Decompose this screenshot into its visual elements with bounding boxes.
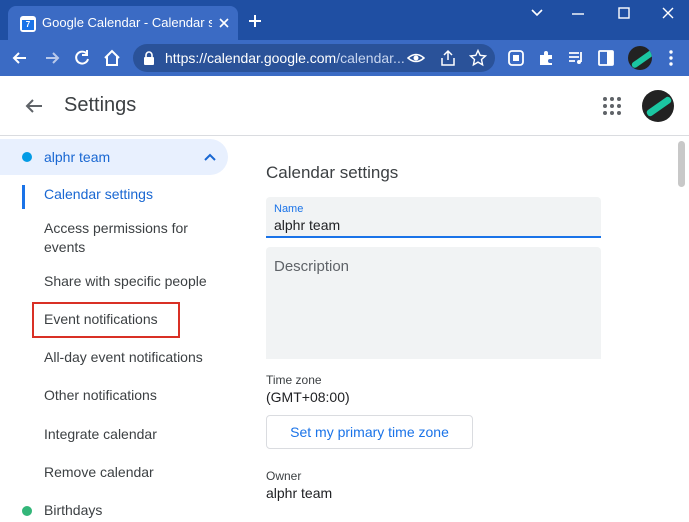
settings-main: Calendar settings Name alphr team Descri… <box>240 137 689 522</box>
star-icon[interactable] <box>469 49 487 67</box>
sidepanel-icon[interactable] <box>596 48 616 68</box>
url-path: /calendar... <box>336 50 405 66</box>
owner-label: Owner <box>266 469 302 483</box>
set-primary-timezone-button[interactable]: Set my primary time zone <box>266 415 473 449</box>
favicon-text: 7 <box>22 20 34 30</box>
active-indicator <box>22 185 25 209</box>
sidebar-item-access-permissions[interactable]: Access permissions for events <box>44 219 219 257</box>
apps-grid-icon[interactable] <box>602 96 622 116</box>
eye-icon[interactable] <box>407 49 425 67</box>
avatar[interactable] <box>628 46 652 70</box>
name-value[interactable]: alphr team <box>274 217 340 233</box>
chevron-up-icon[interactable] <box>203 151 217 163</box>
puzzle-icon[interactable] <box>536 48 556 68</box>
browser-toolbar: https://calendar.google.com/calendar... <box>0 40 689 76</box>
share-icon[interactable] <box>439 49 457 67</box>
name-label: Name <box>274 203 304 215</box>
menu-icon[interactable] <box>661 48 681 68</box>
sidebar-item-integrate-calendar[interactable]: Integrate calendar <box>44 425 219 444</box>
forward-icon[interactable] <box>42 48 62 68</box>
calendar-favicon: 7 <box>20 16 36 32</box>
sidebar-item-calendar-settings[interactable]: Calendar settings <box>44 185 219 204</box>
sidebar-item-other-notifications[interactable]: Other notifications <box>44 386 219 405</box>
chevron-down-icon[interactable] <box>530 8 544 18</box>
name-field[interactable]: Name alphr team <box>266 197 601 238</box>
page-title: Settings <box>64 94 137 116</box>
description-field[interactable]: Description <box>266 247 601 359</box>
url-text[interactable]: https://calendar.google.com/calendar... <box>165 50 405 68</box>
timezone-label: Time zone <box>266 373 322 387</box>
calendar-name: alphr team <box>44 149 111 165</box>
settings-sidebar: alphr team Calendar settings Access perm… <box>0 137 240 522</box>
avatar-stripe <box>630 49 652 69</box>
home-icon[interactable] <box>102 48 122 68</box>
calendar-color-dot <box>22 152 32 162</box>
address-bar[interactable]: https://calendar.google.com/calendar... <box>133 44 495 72</box>
maximize-icon[interactable] <box>617 6 631 20</box>
owner-value: alphr team <box>266 485 333 501</box>
sidebar-item-event-notifications[interactable]: Event notifications <box>44 310 219 329</box>
timezone-value: (GMT+08:00) <box>266 389 350 405</box>
extension-icon[interactable] <box>506 48 526 68</box>
minimize-icon[interactable] <box>571 8 585 20</box>
sidebar-calendar-alphr-team[interactable]: alphr team <box>0 139 228 175</box>
page: 7 Google Calendar - Calendar setti <box>0 0 689 522</box>
avatar-stripe <box>645 95 673 118</box>
account-avatar[interactable] <box>642 90 674 122</box>
browser-tab[interactable]: 7 Google Calendar - Calendar setti <box>8 6 238 40</box>
sidebar-calendar-birthdays[interactable]: Birthdays <box>0 499 228 522</box>
media-icon[interactable] <box>566 48 586 68</box>
arrow-left-icon[interactable] <box>24 96 44 116</box>
plus-icon[interactable] <box>246 12 264 30</box>
sidebar-item-all-day-notifications[interactable]: All-day event notifications <box>44 348 219 367</box>
close-icon[interactable] <box>216 15 232 31</box>
app-header: Settings <box>0 76 689 136</box>
section-title: Calendar settings <box>266 163 399 182</box>
calendar-color-dot <box>22 506 32 516</box>
scrollbar[interactable] <box>678 141 685 187</box>
sidebar-item-remove-calendar[interactable]: Remove calendar <box>44 463 219 482</box>
back-icon[interactable] <box>10 48 30 68</box>
reload-icon[interactable] <box>72 48 92 68</box>
browser-titlebar: 7 Google Calendar - Calendar setti <box>0 0 689 40</box>
calendar-name: Birthdays <box>44 502 103 518</box>
tab-title: Google Calendar - Calendar setti <box>42 15 212 30</box>
url-host: https://calendar.google.com <box>165 50 337 66</box>
lock-icon[interactable] <box>143 51 155 65</box>
window-close-icon[interactable] <box>661 6 675 20</box>
description-placeholder: Description <box>274 258 350 275</box>
sidebar-item-share-with-people[interactable]: Share with specific people <box>44 272 219 291</box>
